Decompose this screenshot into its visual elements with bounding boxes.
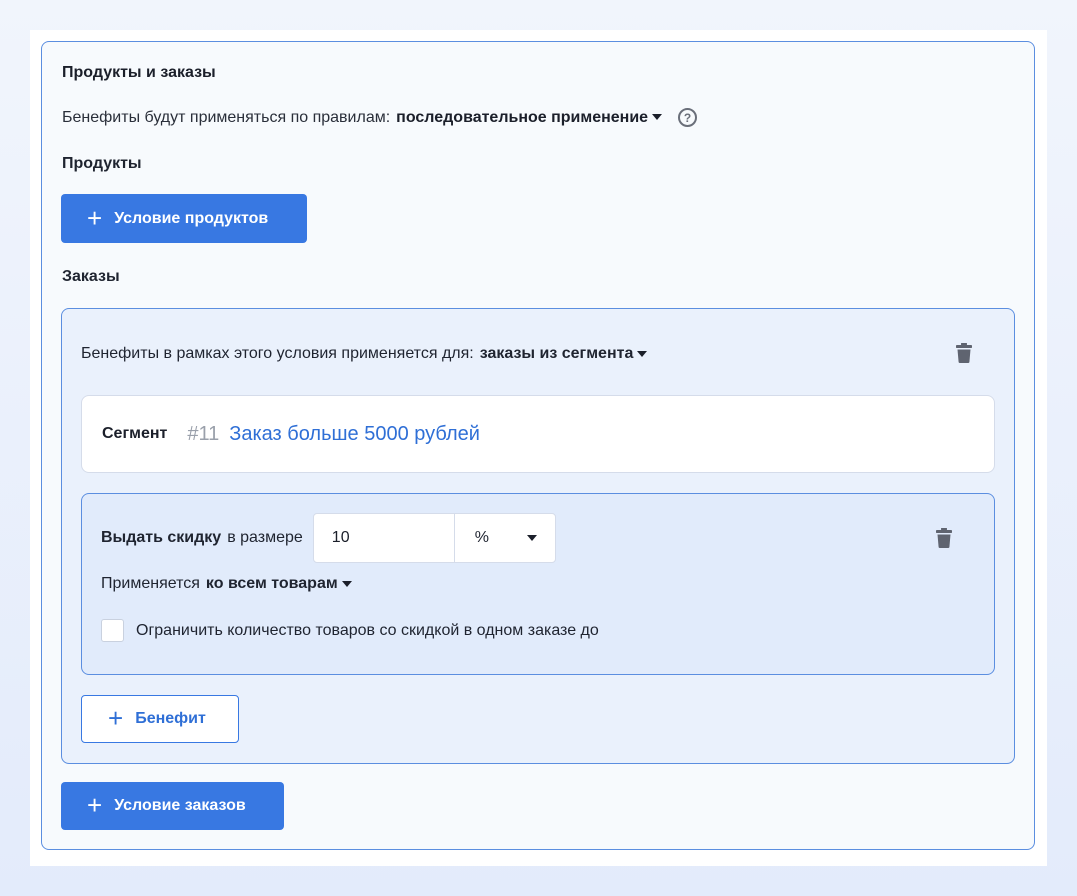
section-title: Продукты и заказы: [62, 64, 216, 81]
discount-amount-input[interactable]: [313, 514, 455, 562]
discount-row: Выдать скидку в размере %: [101, 513, 556, 563]
discount-unit-select[interactable]: %: [455, 514, 555, 562]
rules-dropdown-value: последовательное применение: [396, 108, 649, 126]
rules-label: Бенефиты будут применяться по правилам:: [62, 108, 391, 126]
plus-icon: +: [108, 703, 124, 733]
benefit-panel: Выдать скидку в размере % Применяется: [81, 493, 995, 675]
benefit-applies-label: Применяется: [101, 575, 200, 592]
segment-id: #11: [187, 422, 220, 445]
discount-unit-value: %: [474, 529, 490, 546]
discount-action-label: Выдать скидку: [101, 529, 222, 546]
rules-row: Бенефиты будут применяться по правилам: …: [62, 108, 698, 127]
segment-link[interactable]: Заказ больше 5000 рублей: [229, 423, 480, 446]
order-condition-panel: Бенефиты в рамках этого условия применяе…: [61, 308, 1015, 764]
limit-checkbox[interactable]: [101, 619, 124, 642]
rules-dropdown[interactable]: последовательное применение: [396, 108, 663, 127]
limit-row: Ограничить количество товаров со скидкой…: [101, 619, 599, 642]
condition-applies-dropdown[interactable]: заказы из сегмента: [480, 345, 648, 363]
caret-down-icon: [341, 580, 352, 587]
add-order-condition-button[interactable]: + Условие заказов: [61, 782, 284, 830]
condition-applies-label: Бенефиты в рамках этого условия применяе…: [81, 345, 474, 362]
add-product-condition-button[interactable]: + Условие продуктов: [61, 194, 307, 243]
add-product-condition-label: Условие продуктов: [114, 209, 269, 227]
add-benefit-label: Бенефит: [135, 710, 206, 727]
plus-icon: +: [87, 202, 103, 233]
discount-size-label: в размере: [227, 529, 303, 546]
benefit-applies-row: Применяется ко всем товарам: [101, 575, 352, 593]
add-benefit-button[interactable]: + Бенефит: [81, 695, 239, 743]
caret-down-icon: [637, 350, 648, 357]
benefit-applies-value: ко всем товарам: [205, 575, 338, 592]
limit-label: Ограничить количество товаров со скидкой…: [136, 621, 599, 639]
segment-card: Сегмент #11 Заказ больше 5000 рублей: [81, 395, 995, 473]
plus-icon: +: [87, 790, 103, 820]
products-orders-card: Продукты и заказы Бенефиты будут применя…: [41, 41, 1035, 850]
condition-applies-value: заказы из сегмента: [479, 345, 634, 362]
trash-icon[interactable]: [956, 343, 972, 363]
products-heading: Продукты: [62, 155, 142, 172]
benefit-applies-dropdown[interactable]: ко всем товарам: [206, 575, 352, 593]
trash-icon[interactable]: [936, 528, 952, 548]
add-order-condition-label: Условие заказов: [114, 797, 246, 814]
orders-heading: Заказы: [62, 268, 120, 285]
caret-down-icon: [526, 535, 537, 541]
help-circle-icon[interactable]: ?: [678, 108, 698, 127]
condition-applies-row: Бенефиты в рамках этого условия применяе…: [81, 345, 648, 363]
caret-down-icon: [652, 114, 663, 121]
discount-amount-group: %: [312, 513, 556, 563]
segment-label: Сегмент: [102, 425, 168, 442]
